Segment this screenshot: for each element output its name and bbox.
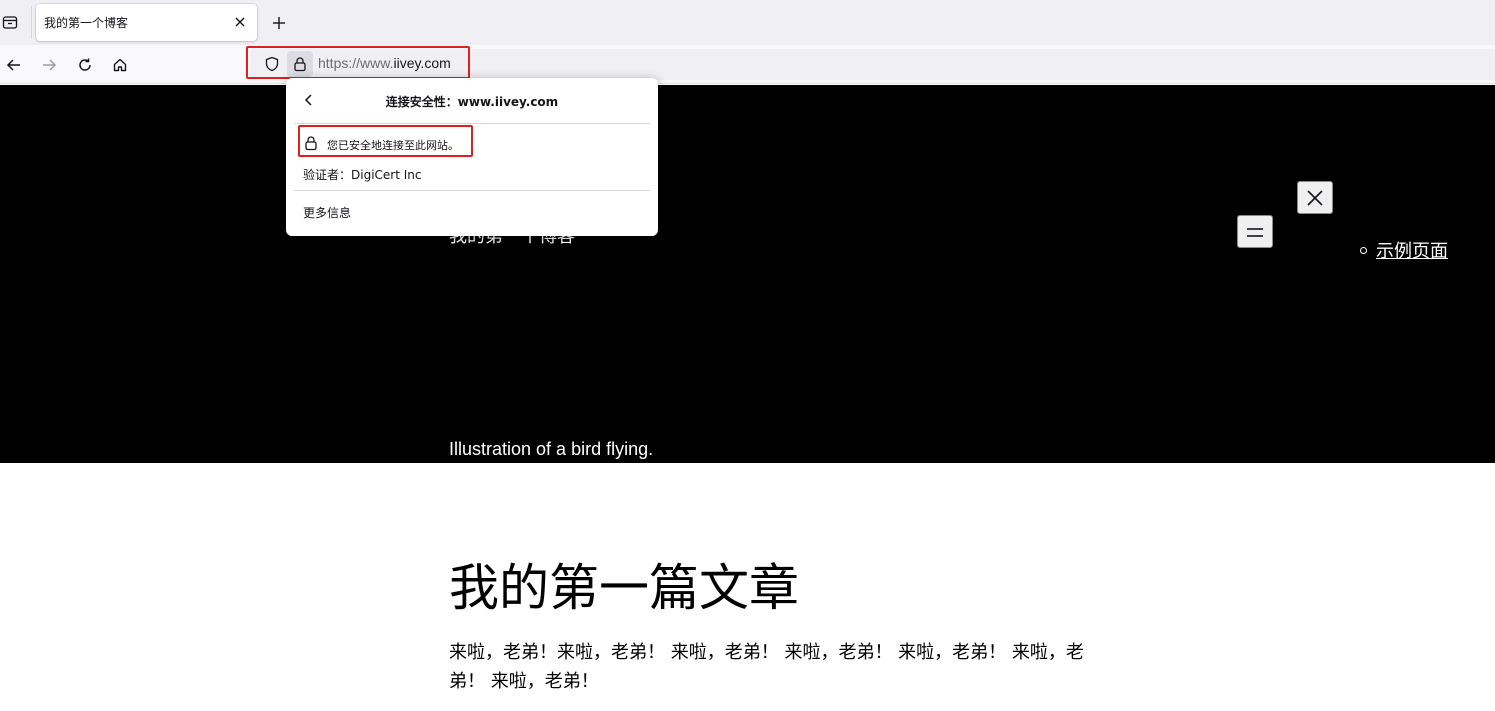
url-text[interactable]: https://www.iivey.com	[318, 55, 451, 71]
close-icon	[235, 17, 245, 27]
popup-header: 连接安全性：www.iivey.com	[385, 95, 559, 109]
url-scheme: https://www.	[318, 55, 394, 71]
popup-divider	[294, 123, 650, 124]
close-tab-button[interactable]	[231, 13, 249, 31]
tab-separator	[31, 6, 32, 39]
verifier-label: 验证者：	[303, 168, 352, 182]
reload-icon	[79, 58, 91, 71]
tab-list-icon	[2, 16, 18, 29]
hero-caption: Illustration of a bird flying.	[449, 439, 654, 459]
arrow-right-icon	[43, 59, 57, 71]
plus-icon	[273, 17, 285, 29]
more-info-button[interactable]: 更多信息	[303, 204, 351, 221]
tab-title: 我的第一个博客	[44, 16, 129, 30]
close-menu-button[interactable]	[1297, 181, 1333, 214]
reload-button[interactable]	[73, 53, 97, 77]
back-button[interactable]	[2, 53, 26, 77]
open-menu-button[interactable]	[1237, 215, 1273, 248]
lock-icon	[294, 57, 306, 72]
secure-connection-text: 您已安全地连接至此网站。	[327, 139, 459, 152]
tab-active[interactable]: 我的第一个博客	[36, 4, 257, 41]
close-icon	[1307, 189, 1323, 206]
url-domain: iivey.com	[393, 55, 451, 71]
tracking-protection-button[interactable]	[261, 53, 283, 75]
site-header-hero: 我的第一个博客 示例页面 Illustration of a bird flyi…	[0, 85, 1495, 463]
arrow-left-icon	[6, 59, 20, 71]
new-tab-button[interactable]	[268, 12, 290, 34]
shield-icon	[265, 56, 279, 72]
tab-strip: 我的第一个博客	[0, 0, 1495, 45]
forward-button[interactable]	[37, 53, 61, 77]
post-title: 我的第一篇文章	[449, 559, 799, 617]
popup-lock	[303, 135, 319, 151]
list-bullet	[1360, 247, 1367, 254]
nav-menu-item: 示例页面	[1360, 237, 1448, 263]
tab-list-button[interactable]	[0, 9, 20, 35]
post-body: 来啦，老弟！来啦，老弟！ 来啦，老弟！ 来啦，老弟！ 来啦，老弟！ 来啦，老弟！…	[449, 642, 1084, 692]
home-button[interactable]	[108, 53, 132, 77]
verifier-value: DigiCert Inc	[351, 168, 422, 182]
site-security-popup: 连接安全性：www.iivey.com 您已安全地连接至此网站。 验证者：Dig…	[286, 78, 658, 236]
certificate-verifier: 验证者：DigiCert Inc	[303, 166, 422, 183]
popup-divider	[294, 190, 650, 191]
site-security-button[interactable]	[287, 51, 313, 77]
home-icon	[113, 58, 127, 72]
nav-link-example-page[interactable]: 示例页面	[1376, 237, 1448, 263]
navigation-toolbar	[0, 45, 1495, 84]
lock-icon	[305, 136, 317, 151]
menu-icon	[1247, 227, 1263, 237]
